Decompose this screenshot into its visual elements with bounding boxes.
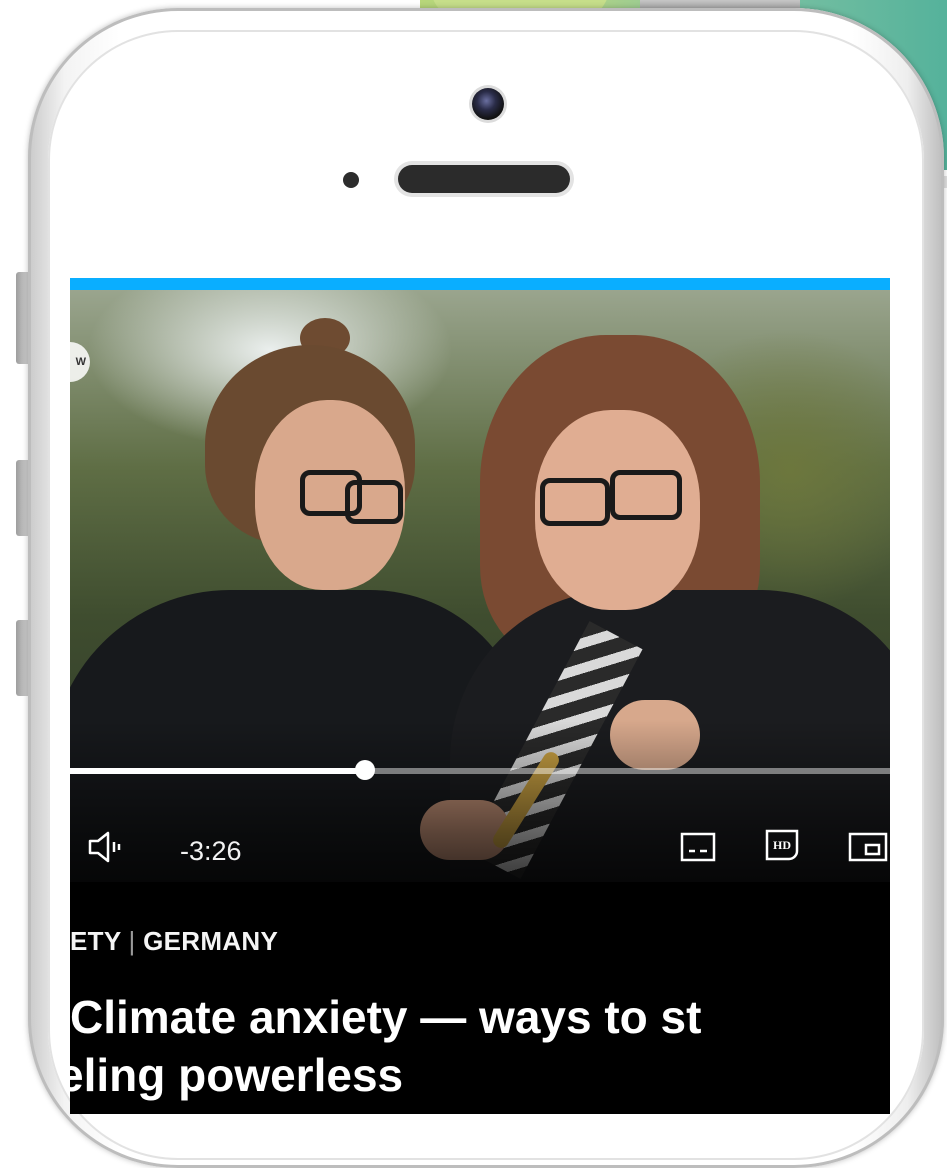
accent-top-bar [70, 278, 890, 290]
video-player[interactable]: W -3:26 HD [70, 290, 890, 882]
category-separator: | [128, 926, 136, 956]
headline-line-2: eling powerless [70, 1049, 404, 1101]
svg-text:HD: HD [773, 838, 791, 852]
subtitles-icon[interactable] [680, 832, 716, 862]
picture-in-picture-icon[interactable] [848, 832, 888, 862]
front-camera [472, 88, 504, 120]
category-right: GERMANY [143, 926, 279, 956]
person-left-glasses-lens [345, 480, 403, 524]
category-left: ETY [70, 926, 121, 956]
person-right-glasses [540, 478, 610, 526]
article-category[interactable]: ETY | GERMANY [70, 926, 278, 957]
phone-top-button [640, 0, 800, 8]
hd-icon[interactable]: HD [764, 828, 800, 862]
headline-line-1: Climate anxiety — ways to st [70, 991, 702, 1043]
time-remaining: -3:26 [180, 836, 242, 866]
phone-screen: W -3:26 HD ETY | GERMANY Climate anxiety… [70, 278, 890, 1114]
person-right-glasses-lens [610, 470, 682, 520]
dw-logo: W [70, 342, 90, 382]
proximity-sensor [343, 172, 359, 188]
earpiece-speaker [398, 165, 570, 193]
progress-bar[interactable] [70, 760, 890, 780]
progress-fill [70, 768, 366, 774]
volume-icon[interactable] [86, 830, 130, 864]
article-headline[interactable]: Climate anxiety — ways to st eling power… [70, 988, 890, 1104]
